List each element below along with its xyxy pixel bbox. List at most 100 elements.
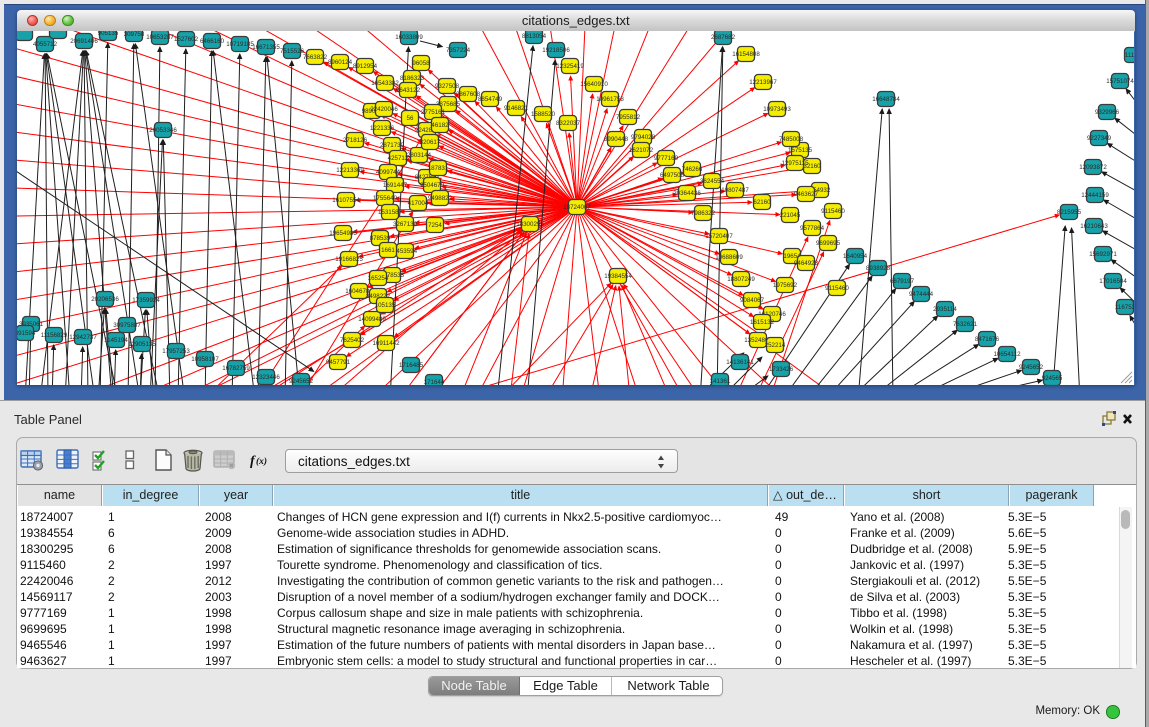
svg-text:(x): (x) (256, 456, 267, 467)
svg-text:20053346: 20053346 (149, 127, 177, 134)
svg-text:15640910: 15640910 (580, 81, 608, 88)
svg-text:12905135: 12905135 (128, 341, 156, 348)
svg-text:141361: 141361 (710, 378, 731, 385)
svg-text:1615132: 1615132 (750, 319, 775, 326)
svg-text:2871730: 2871730 (380, 142, 405, 149)
svg-text:2687682: 2687682 (711, 34, 736, 41)
svg-text:9794028: 9794028 (631, 134, 656, 141)
svg-text:6679197: 6679197 (890, 278, 915, 285)
svg-text:9464923: 9464923 (794, 260, 819, 267)
svg-text:30975887: 30975887 (113, 322, 141, 329)
svg-text:15692971: 15692971 (1089, 251, 1117, 258)
svg-text:1621072: 1621072 (629, 147, 654, 154)
svg-text:8990448: 8990448 (604, 136, 629, 143)
svg-text:56: 56 (407, 115, 414, 122)
svg-text:19166825: 19166825 (335, 256, 363, 263)
svg-text:46182: 46182 (431, 122, 449, 129)
svg-text:62160: 62160 (753, 199, 771, 206)
svg-text:105135: 105135 (375, 302, 396, 309)
svg-text:4099744: 4099744 (376, 169, 401, 176)
svg-text:10807487: 10807487 (721, 187, 749, 194)
svg-text:1221336: 1221336 (370, 125, 395, 132)
svg-text:12444159: 12444159 (1081, 192, 1109, 199)
svg-text:8471676: 8471676 (975, 336, 1000, 343)
svg-text:905135: 905135 (98, 31, 119, 37)
svg-text:12325419: 12325419 (556, 63, 584, 70)
svg-text:16210643: 16210643 (1080, 223, 1108, 230)
svg-text:9245652: 9245652 (289, 378, 314, 385)
svg-text:18807249: 18807249 (727, 276, 755, 283)
svg-text:746266: 746266 (682, 166, 703, 173)
svg-text:2775161: 2775161 (421, 109, 446, 116)
svg-text:9504679: 9504679 (420, 182, 445, 189)
svg-text:9084067: 9084067 (740, 297, 765, 304)
svg-text:12213369: 12213369 (336, 167, 364, 174)
svg-text:9329966: 9329966 (1095, 109, 1120, 116)
svg-text:1691447: 1691447 (383, 182, 408, 189)
svg-text:9699695: 9699695 (816, 240, 841, 247)
svg-text:9227349: 9227349 (1087, 135, 1112, 142)
svg-text:7955812: 7955812 (616, 114, 641, 121)
svg-text:16648784: 16648784 (872, 96, 900, 103)
svg-text:9115460: 9115460 (821, 208, 845, 215)
svg-text:12213967: 12213967 (749, 79, 777, 86)
svg-text:16543382: 16543382 (371, 80, 399, 87)
svg-text:8938928: 8938928 (866, 265, 891, 272)
svg-text:20206536: 20206536 (91, 296, 119, 303)
svg-text:171644: 171644 (424, 379, 445, 385)
svg-text:12942737: 12942737 (69, 334, 97, 341)
svg-text:8322037: 8322037 (556, 120, 581, 127)
svg-text:309758: 309758 (124, 31, 145, 38)
svg-text:15720407: 15720407 (705, 233, 733, 240)
svg-text:1640954: 1640954 (843, 253, 868, 260)
svg-text:17359924: 17359924 (132, 297, 160, 304)
svg-text:116753: 116753 (1115, 304, 1134, 311)
svg-text:425712: 425712 (388, 155, 409, 162)
svg-text:10958107: 10958107 (191, 356, 219, 363)
svg-text:3267130: 3267130 (393, 221, 418, 228)
svg-text:9327508: 9327508 (435, 83, 460, 90)
svg-text:10961758: 10961758 (596, 96, 624, 103)
svg-text:7632621: 7632621 (953, 321, 978, 328)
svg-text:12975115: 12975115 (781, 160, 809, 167)
svg-text:1575135: 1575135 (788, 147, 813, 154)
svg-text:12323446: 12323446 (252, 374, 280, 381)
svg-text:10973493: 10973493 (763, 106, 791, 113)
svg-text:8813054: 8813054 (522, 33, 547, 40)
svg-text:19384554: 19384554 (604, 273, 632, 280)
svg-text:16911442: 16911442 (372, 340, 400, 347)
svg-text:10688609: 10688609 (715, 254, 743, 261)
svg-text:924565: 924565 (1042, 375, 1063, 382)
svg-text:3624554: 3624554 (700, 178, 725, 185)
svg-text:1716485: 1716485 (399, 362, 424, 369)
svg-text:11122: 11122 (1125, 52, 1134, 59)
svg-text:14099489: 14099489 (358, 316, 386, 323)
svg-text:11156829: 11156829 (41, 332, 68, 339)
svg-text:165254: 165254 (368, 275, 389, 282)
svg-text:16107554: 16107554 (332, 197, 360, 204)
svg-text:22420046: 22420046 (370, 106, 398, 113)
svg-text:10653287: 10653287 (146, 34, 174, 41)
svg-text:8854749: 8854749 (478, 96, 503, 103)
svg-text:1527602: 1527602 (174, 36, 199, 43)
svg-text:9777169: 9777169 (654, 155, 679, 162)
svg-text:8215955: 8215955 (1057, 209, 1082, 216)
svg-text:19218506: 19218506 (542, 47, 570, 54)
svg-text:6466160: 6466160 (200, 38, 225, 45)
svg-text:16671355: 16671355 (252, 44, 280, 51)
svg-text:1145194: 1145194 (104, 337, 128, 344)
svg-text:9498822: 9498822 (428, 195, 453, 202)
svg-text:2718126: 2718126 (343, 137, 368, 144)
svg-text:10719185: 10719185 (226, 41, 254, 48)
svg-text:9577864: 9577864 (800, 225, 825, 232)
svg-text:15751074: 15751074 (1106, 78, 1134, 85)
svg-text:2935114: 2935114 (933, 306, 957, 313)
svg-text:9457791: 9457791 (326, 359, 351, 366)
svg-text:7254: 7254 (428, 222, 442, 229)
svg-text:9463627: 9463627 (794, 191, 819, 198)
svg-text:878539: 878539 (370, 235, 391, 242)
svg-text:221045: 221045 (780, 212, 801, 219)
svg-text:9245652: 9245652 (1019, 364, 1044, 371)
svg-text:187831: 187831 (428, 165, 449, 172)
svg-text:1755640: 1755640 (373, 195, 398, 202)
